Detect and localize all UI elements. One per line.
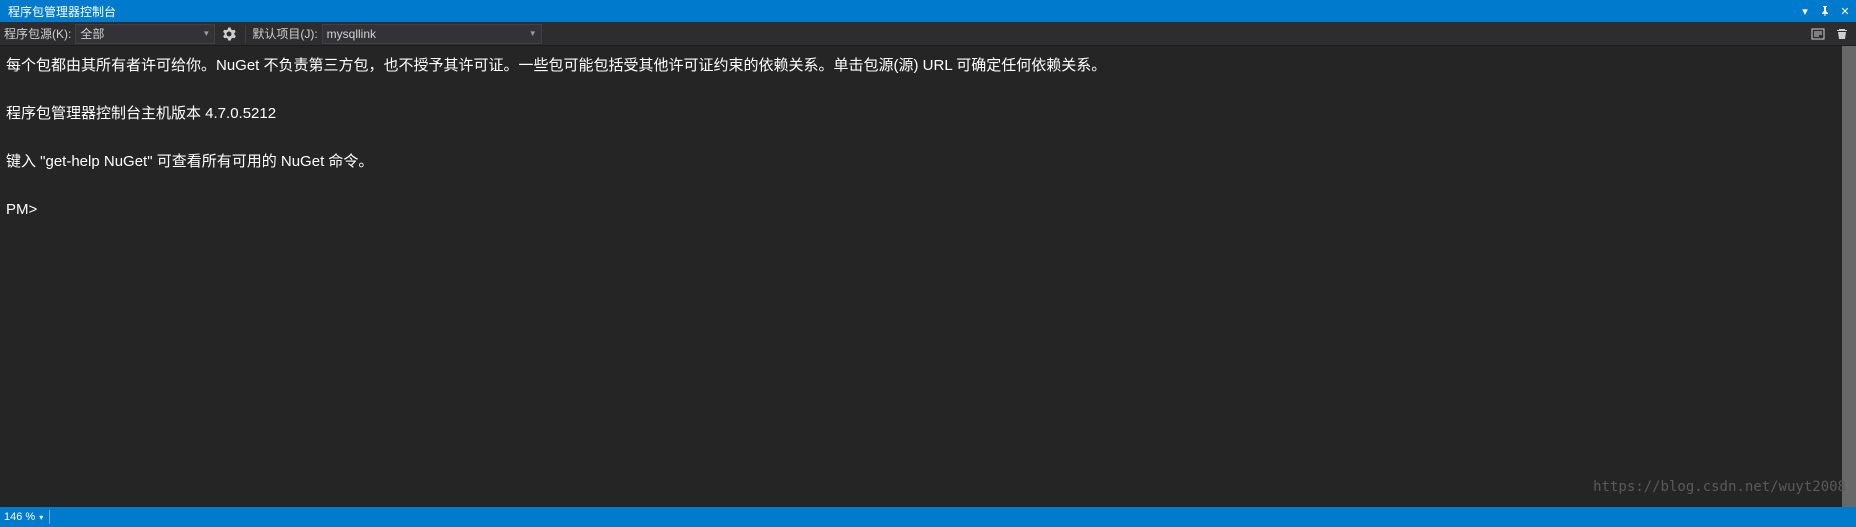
title-bar: 程序包管理器控制台 ▾ ✕ <box>0 0 1856 22</box>
console-blank <box>6 174 1850 198</box>
window-controls: ▾ ✕ <box>1799 5 1851 17</box>
status-bar: 146 % ▾ <box>0 507 1856 527</box>
toolbar: 程序包源(K): 全部 ▼ 默认项目(J): mysqllink ▼ <box>0 22 1856 46</box>
project-value: mysqllink <box>327 27 376 41</box>
project-label: 默认项目(J): <box>252 25 317 42</box>
separator <box>245 25 246 43</box>
console-output[interactable]: 每个包都由其所有者许可给你。NuGet 不负责第三方包，也不授予其许可证。一些包… <box>0 46 1856 507</box>
window-title: 程序包管理器控制台 <box>5 3 116 20</box>
chevron-down-icon: ▼ <box>202 29 210 38</box>
settings-button[interactable] <box>219 24 239 44</box>
console-line: 每个包都由其所有者许可给你。NuGet 不负责第三方包，也不授予其许可证。一些包… <box>6 54 1850 78</box>
source-label: 程序包源(K): <box>4 25 71 42</box>
scrollbar-thumb[interactable] <box>1842 46 1856 507</box>
watermark: https://blog.csdn.net/wuyt2008 <box>1593 479 1846 495</box>
vertical-scrollbar[interactable] <box>1842 46 1856 507</box>
clear-button[interactable] <box>1832 24 1852 44</box>
pin-icon[interactable] <box>1819 5 1831 17</box>
zoom-dropdown-icon[interactable]: ▾ <box>39 513 43 522</box>
chevron-down-icon: ▼ <box>529 29 537 38</box>
console-blank <box>6 78 1850 102</box>
zoom-level: 146 % <box>4 511 39 523</box>
close-icon[interactable]: ✕ <box>1839 5 1851 17</box>
console-line: 键入 "get-help NuGet" 可查看所有可用的 NuGet 命令。 <box>6 150 1850 174</box>
dropdown-icon[interactable]: ▾ <box>1799 5 1811 17</box>
output-settings-button[interactable] <box>1808 24 1828 44</box>
console-blank <box>6 126 1850 150</box>
console-prompt: PM> <box>6 198 1850 222</box>
source-value: 全部 <box>80 25 104 42</box>
separator <box>49 510 50 524</box>
source-dropdown[interactable]: 全部 ▼ <box>75 24 215 44</box>
project-dropdown[interactable]: mysqllink ▼ <box>322 24 542 44</box>
console-line: 程序包管理器控制台主机版本 4.7.0.5212 <box>6 102 1850 126</box>
